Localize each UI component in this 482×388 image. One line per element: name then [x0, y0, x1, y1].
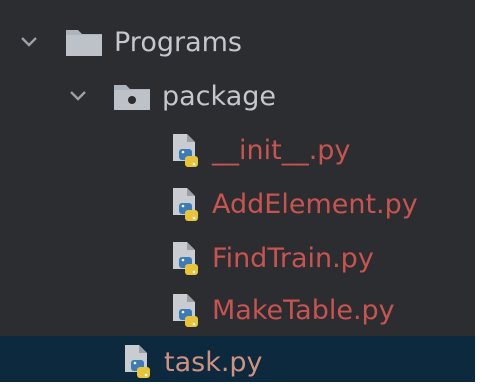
- tree-file-label: task.py: [164, 347, 263, 378]
- chevron-down-icon[interactable]: [67, 85, 89, 107]
- tree-file-init[interactable]: __init__.py: [0, 124, 475, 176]
- python-file-icon: [173, 242, 198, 275]
- tree-file-label: __init__.py: [212, 135, 351, 166]
- package-folder-icon: [114, 85, 150, 110]
- python-file-icon: [125, 345, 150, 378]
- python-file-icon: [173, 134, 198, 167]
- tree-node-programs[interactable]: Programs: [0, 16, 475, 68]
- tree-file-label: FindTrain.py: [212, 243, 374, 274]
- project-tree-panel: Programs package __init__.py AddElement.…: [0, 0, 482, 388]
- tree-file-label: AddElement.py: [212, 189, 418, 220]
- tree-node-package[interactable]: package: [0, 70, 475, 122]
- tree-file-task[interactable]: task.py: [0, 336, 475, 388]
- image-border-bottom: [0, 382, 482, 388]
- tree-node-label: Programs: [114, 27, 242, 58]
- tree-file-label: MakeTable.py: [212, 295, 395, 326]
- chevron-down-icon[interactable]: [18, 31, 40, 53]
- image-border-right: [475, 0, 482, 388]
- tree-file-maketable[interactable]: MakeTable.py: [0, 284, 475, 336]
- python-file-icon: [173, 188, 198, 221]
- tree-node-label: package: [162, 81, 276, 112]
- folder-icon: [66, 30, 102, 56]
- tree-file-findtrain[interactable]: FindTrain.py: [0, 232, 475, 284]
- tree-file-addelement[interactable]: AddElement.py: [0, 178, 475, 230]
- python-file-icon: [173, 294, 198, 327]
